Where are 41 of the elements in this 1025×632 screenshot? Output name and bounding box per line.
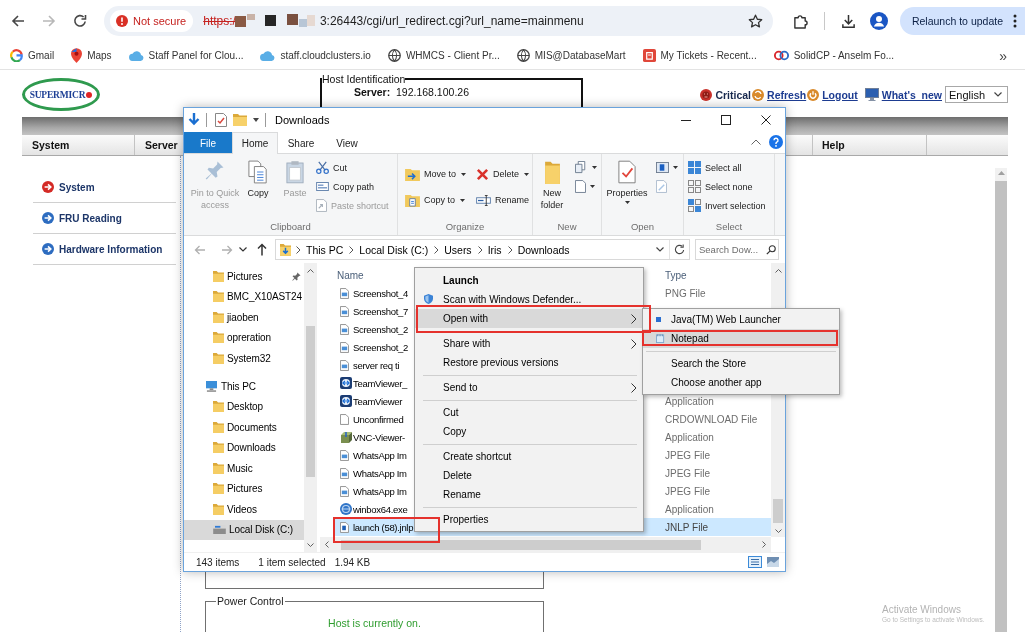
status-text: 1.94 KB bbox=[334, 556, 371, 568]
file-type: JNLP File bbox=[665, 521, 709, 533]
group-label: New bbox=[556, 221, 578, 234]
file-type: JPEG File bbox=[665, 449, 710, 461]
file-name: WhatsApp Im bbox=[353, 449, 407, 461]
file-name: TeamViewer_ bbox=[353, 377, 408, 389]
group-label: Clipboard bbox=[269, 221, 312, 234]
file-name: Screenshot_7 bbox=[353, 305, 409, 317]
file-name: Screenshot_2 bbox=[353, 341, 409, 353]
file-name: Screenshot_4 bbox=[353, 287, 409, 299]
panel-legend: Host Identification bbox=[322, 73, 406, 85]
group-label: Organize bbox=[444, 221, 486, 234]
host-status-text: Host is currently on. bbox=[327, 617, 422, 629]
file-type: JPEG File bbox=[665, 467, 710, 479]
file-type: Application bbox=[665, 503, 714, 515]
panel-legend: Power Control bbox=[216, 595, 285, 607]
file-name: TeamViewer bbox=[353, 395, 403, 407]
file-name: VNC-Viewer- bbox=[353, 431, 405, 443]
window-title: Downloads bbox=[275, 114, 330, 126]
activation-notice-title: Activate Windows bbox=[882, 604, 962, 616]
group-label: Open bbox=[629, 221, 656, 234]
file-name: server req ti bbox=[353, 359, 400, 371]
group-label: Select bbox=[714, 221, 744, 234]
field-label: Server: bbox=[354, 85, 392, 98]
logo-wordmark: SUPERMICR bbox=[29, 89, 86, 100]
field-value: 192.168.100.26 bbox=[396, 85, 469, 98]
file-name: Unconfirmed bbox=[353, 413, 404, 425]
file-type: JPEG File bbox=[665, 485, 710, 497]
file-name: WhatsApp Im bbox=[353, 485, 407, 497]
status-text: 1 item selected bbox=[258, 556, 326, 568]
file-type: Application bbox=[665, 431, 714, 443]
file-type: PNG File bbox=[665, 287, 706, 299]
url-text: 3:26443/cgi/url_redirect.cgi?url_name=mainmenu bbox=[319, 14, 584, 28]
file-name: Screenshot_2 bbox=[353, 323, 409, 335]
file-name: WhatsApp Im bbox=[353, 467, 407, 479]
status-text: 143 items bbox=[196, 556, 240, 568]
file-name: launch (58).jnlp bbox=[353, 521, 414, 533]
file-type: Application bbox=[665, 395, 714, 407]
file-name: winbox64.exe bbox=[353, 503, 408, 515]
url-scheme: https:/ bbox=[203, 14, 236, 28]
file-type: CRDOWNLOAD File bbox=[665, 413, 758, 425]
